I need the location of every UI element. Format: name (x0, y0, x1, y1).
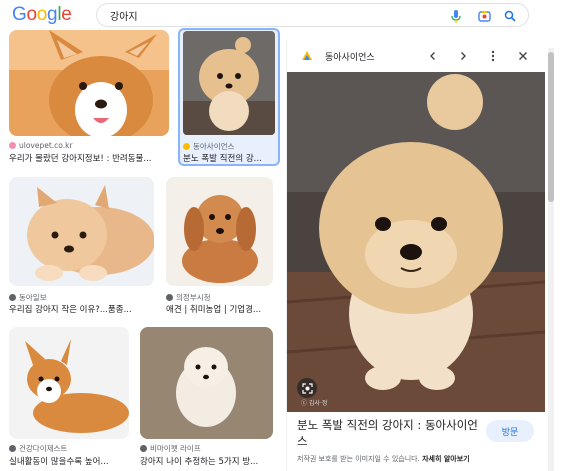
result-source-5[interactable]: 건강다이제스트 (9, 443, 67, 454)
more-options-icon[interactable] (485, 48, 501, 64)
search-results-page: Google 강아지 ulovepet.co.kr 우리가 몰랐던 강아지정보!… (0, 0, 566, 471)
result-image-2[interactable] (183, 31, 275, 135)
lens-search-icon[interactable] (297, 378, 317, 398)
result-image-3[interactable] (9, 177, 154, 286)
result-source-4[interactable]: 의정부시청 (166, 292, 211, 303)
result-image-4[interactable] (166, 177, 273, 286)
google-logo[interactable]: Google (12, 4, 72, 26)
result-source-3[interactable]: 동아일보 (9, 292, 47, 303)
search-input[interactable]: 강아지 (110, 8, 138, 23)
copyright-notice: 저작권 보호를 받는 이미지일 수 있습니다. 자세히 알아보기 (297, 455, 470, 463)
search-icon[interactable] (502, 8, 518, 24)
lens-icon[interactable] (476, 8, 492, 24)
visit-button[interactable]: 방문 (486, 420, 534, 442)
preview-title[interactable]: 분노 폭발 직전의 강아지 : 동아사이언스 (297, 417, 487, 449)
preview-image[interactable]: ⓒ 김사·정 (287, 72, 545, 412)
chevron-right-icon[interactable] (455, 48, 471, 64)
panel-header: 동아사이언스 (287, 40, 545, 72)
site-favicon-icon (299, 48, 315, 64)
result-caption-2[interactable]: 분노 폭발 직전의 강... (183, 152, 275, 164)
image-preview-panel: 동아사이언스 ⓒ 김사·정 분노 폭발 직전의 강아지: 동아사이언스 방문 … (286, 40, 545, 471)
close-icon[interactable] (515, 48, 531, 64)
site-favicon-icon (9, 445, 16, 452)
header: Google 강아지 (0, 0, 566, 30)
result-caption-5[interactable]: 실내활동이 많을수록 높어... (9, 455, 131, 467)
learn-more-link[interactable]: 자세히 알아보기 (422, 455, 470, 463)
site-favicon-icon (9, 142, 16, 149)
result-caption-4[interactable]: 애견 | 취미농업 | 기업경... (166, 303, 273, 315)
scrollbar-thumb[interactable] (548, 52, 554, 202)
panel-site-name[interactable]: 동아사이언스 (325, 50, 375, 63)
result-caption-1[interactable]: 우리가 몰랐던 강아지정보! : 반려동물... (9, 152, 169, 164)
search-box[interactable]: 강아지 (96, 3, 529, 27)
result-source-2[interactable]: 동아사이언스 (183, 141, 234, 152)
result-caption-6[interactable]: 강아지 나이 추정하는 5가지 방... (140, 455, 273, 467)
result-image-1[interactable] (9, 30, 169, 136)
site-favicon-icon (140, 445, 147, 452)
result-source-1[interactable]: ulovepet.co.kr (9, 141, 73, 150)
site-favicon-icon (166, 294, 173, 301)
result-caption-3[interactable]: 우리집 강아지 작은 이유?...품종... (9, 303, 154, 315)
image-watermark: ⓒ 김사·정 (301, 400, 328, 407)
result-source-6[interactable]: 비마이펫 라이프 (140, 443, 201, 454)
chevron-left-icon[interactable] (425, 48, 441, 64)
result-image-5[interactable] (9, 327, 129, 439)
result-image-6[interactable] (140, 327, 273, 439)
site-favicon-icon (9, 294, 16, 301)
site-favicon-icon (183, 143, 190, 150)
mic-icon[interactable] (448, 8, 464, 24)
